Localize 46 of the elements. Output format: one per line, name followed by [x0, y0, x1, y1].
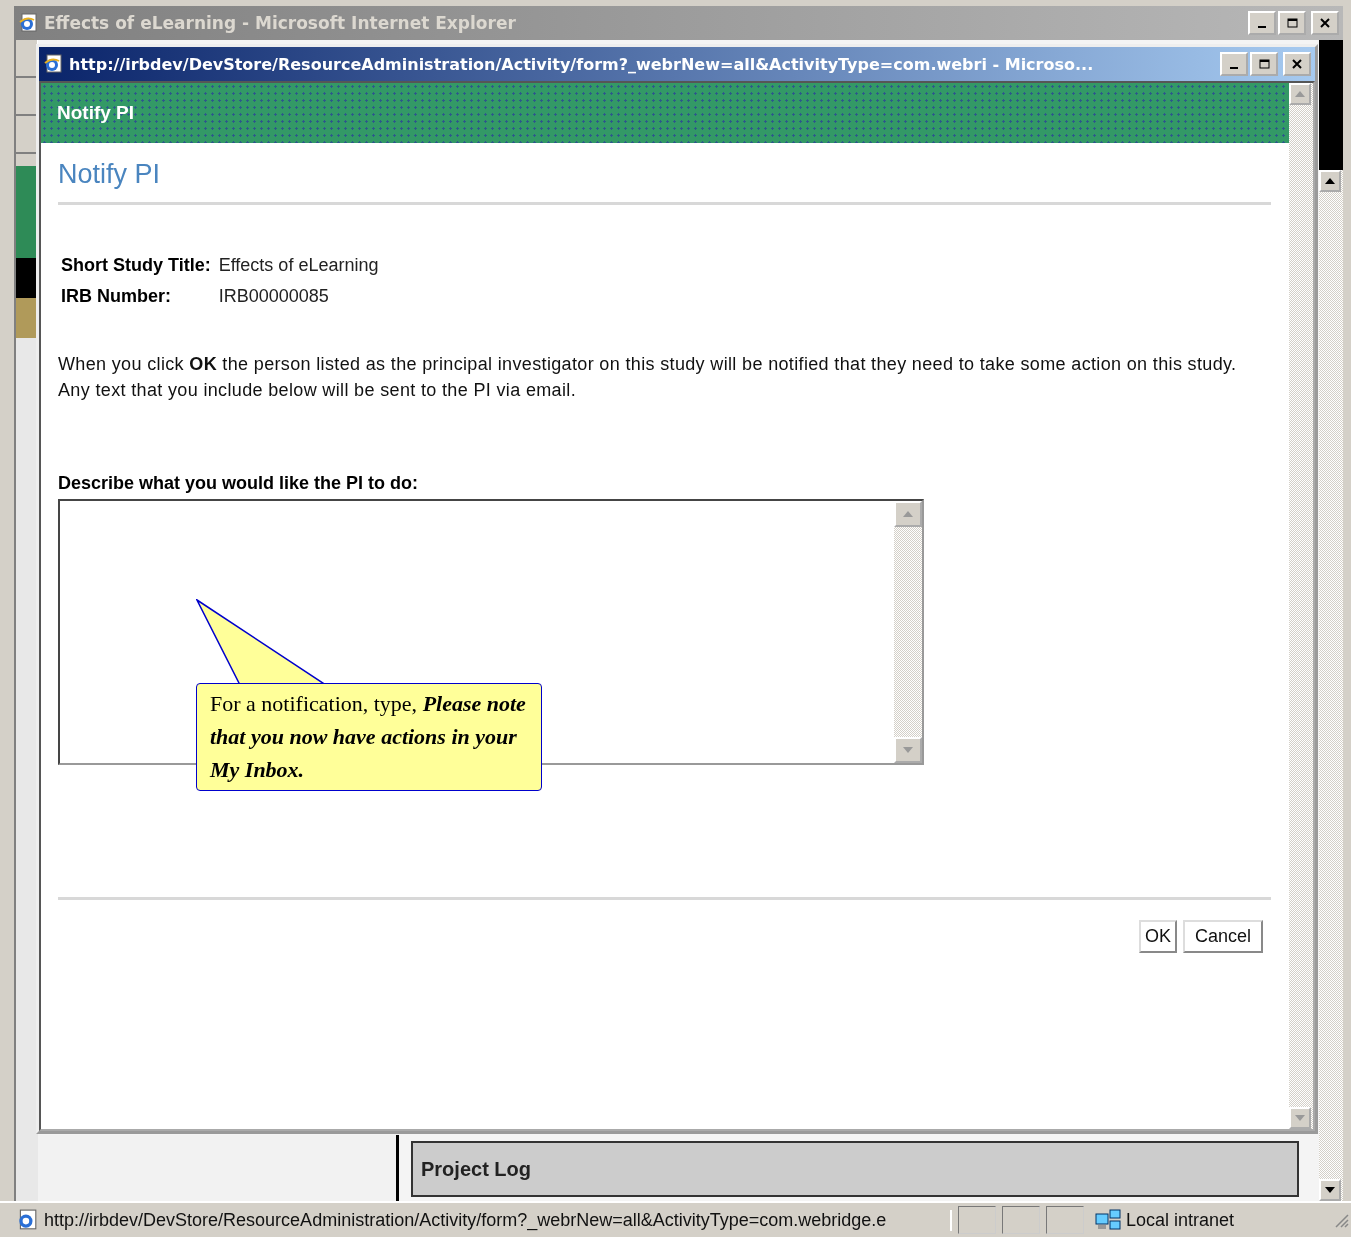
field-value: IRB00000085 — [218, 286, 330, 307]
maximize-button[interactable] — [1278, 11, 1306, 35]
status-pane — [1046, 1206, 1084, 1234]
page-icon — [16, 1209, 38, 1231]
panel-title: Project Log — [421, 1157, 531, 1181]
scroll-down-button[interactable] — [1319, 1179, 1341, 1201]
browser-icon — [18, 13, 38, 33]
dialog-button[interactable]: OK — [1138, 920, 1177, 953]
resize-grip[interactable] — [1333, 1212, 1349, 1228]
minimize-icon — [1258, 26, 1266, 28]
status-pane — [1002, 1206, 1040, 1234]
header-title: Notify PI — [57, 102, 135, 124]
status-pane — [958, 1206, 996, 1234]
minimize-icon — [1230, 67, 1238, 69]
down-arrow-icon — [1325, 1187, 1335, 1193]
minimize-button[interactable] — [1220, 52, 1248, 76]
page-fragment — [16, 298, 38, 338]
field-label: Short Study Title: — [61, 255, 211, 276]
close-icon — [1292, 59, 1302, 69]
dialog-button[interactable]: Cancel — [1182, 920, 1263, 953]
window-title: http://irbdev/DevStore/ResourceAdministration/Activity/form?_webrNew=all&ActivityType=com.webri - Microso... — [69, 54, 1094, 74]
maximize-icon — [1286, 18, 1298, 28]
down-arrow-icon — [903, 747, 913, 753]
scrollbar[interactable] — [1319, 40, 1343, 1201]
close-button[interactable] — [1283, 52, 1311, 76]
browser-icon — [43, 54, 63, 74]
maximize-icon — [1258, 59, 1270, 69]
field-label: IRB Number: — [61, 286, 172, 307]
network-icon — [1094, 1208, 1122, 1232]
down-arrow-icon — [1295, 1115, 1305, 1121]
status-text: http://irbdev/DevStore/ResourceAdministration/Activity/form?_webrNew=all&ActivityType=com.webridge.e — [44, 1209, 952, 1231]
window-title: Effects of eLearning - Microsoft Internet Explorer — [44, 13, 516, 33]
zone-label: Local intranet — [1126, 1209, 1235, 1231]
field-value: Effects of eLearning — [218, 255, 380, 276]
up-arrow-icon — [903, 511, 913, 517]
callout-text: For a notification, type, Please note that you now have actions in your My Inbox. — [210, 690, 527, 784]
close-button[interactable] — [1311, 11, 1339, 35]
up-arrow-icon — [1295, 91, 1305, 97]
close-icon — [1320, 18, 1330, 28]
maximize-button[interactable] — [1250, 52, 1278, 76]
page-heading: Notify PI — [58, 159, 1271, 205]
minimize-button[interactable] — [1248, 11, 1276, 35]
field-label: Describe what you would like the PI to do: — [58, 473, 420, 494]
up-arrow-icon — [1325, 178, 1335, 184]
instructions-text: When you click OK the person listed as the principal investigator on this study will be notified that they need to take some action on this study. Any text that you include below will be sent to the PI via email. — [58, 353, 1238, 402]
scroll-up-button[interactable] — [1319, 170, 1341, 192]
